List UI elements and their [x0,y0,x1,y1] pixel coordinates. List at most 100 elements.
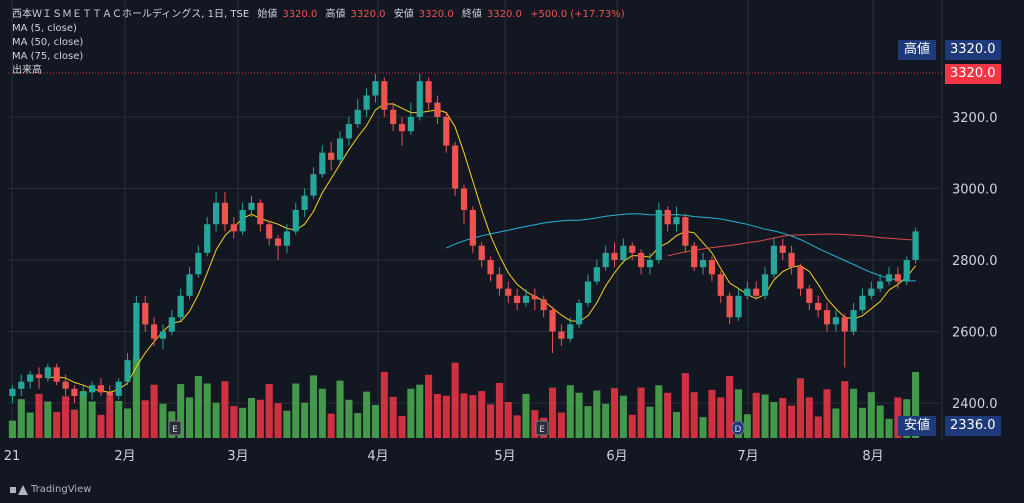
candle-body [443,116,450,146]
volume-bar [115,400,123,438]
candle-body [877,281,884,289]
volume-bar [522,393,530,438]
candle-body [584,281,592,303]
candle-body [89,385,96,393]
candle-body [682,217,689,246]
candle-body [460,188,468,210]
candle-body [691,245,698,268]
candle-body [505,288,512,296]
candle-body [699,260,707,268]
x-tick-label: 3月 [227,449,248,464]
candle-body [283,231,291,246]
candle-body [788,252,795,268]
candle-body [673,217,680,225]
volume-bar [557,412,565,438]
volume-bar [318,388,326,438]
volume-bar [637,387,645,438]
candle-body [35,374,43,379]
volume-bar [301,402,309,438]
volume-bar [354,413,362,438]
y-tick-label: 3200.0 [952,111,998,126]
volume-bar [814,416,822,438]
volume-bar [247,398,256,438]
volume-bar [97,414,105,438]
candle-body [44,367,51,379]
candle-body [328,152,335,160]
candle-body [71,388,78,396]
volume-bar [858,407,866,438]
candle-body [478,245,485,261]
legend-ma75[interactable]: MA (75, close) [12,50,630,64]
candle-body [744,288,751,296]
volume-bar [469,395,477,438]
candle-body [80,392,87,396]
x-tick-label: 21 [4,449,21,464]
candle-body [142,302,149,325]
volume-bar [425,374,433,438]
volume-bar [256,399,264,438]
low-tag-value: 2336.0 [945,416,1001,436]
candle-body [106,392,113,396]
candle-body [823,310,831,325]
volume-bar [495,382,503,438]
candle-body [363,95,370,110]
volume-bar [487,404,495,438]
volume-bar [106,396,114,438]
candle-body [868,288,875,296]
candle-body [487,260,494,275]
candle-body [336,138,344,160]
volume-bar [159,403,167,438]
candle-body [912,231,919,261]
candle-body [894,274,901,282]
volume-bar [230,406,238,438]
candle-body [425,81,432,103]
volume-bar [566,385,574,438]
candle-body [230,224,237,232]
volume-bar [363,391,371,438]
candle-body [885,274,893,282]
volume-bar [433,393,441,438]
volume-bar [584,406,592,438]
low-tag-label: 安値 [898,416,937,436]
candle-body [452,145,459,189]
candle-body [850,310,857,332]
candle-body [133,302,140,361]
volume-bar [575,392,583,438]
candle-body [195,252,202,275]
low-value: 3320.0 [418,9,454,20]
symbol-name: 西本ＷＩＳＭＥＴＴＡＣホールディングス, 1日, TSE [12,9,250,20]
candle-body [708,260,716,275]
volume-bar [796,378,805,438]
volume-bar [398,415,406,438]
volume-bar [805,397,813,438]
volume-bar [717,397,725,438]
candle-body [345,124,352,139]
candle-body [770,245,778,275]
candle-body [761,274,769,296]
event-marker-label: E [539,425,545,435]
volume-bar [221,381,229,438]
volume-bar [478,391,486,438]
chart-frame: 2400.0 2600.0 2800.0 3000.0 3200.0 21 2月 3月 4月 5月… [0,0,1024,503]
volume-bar [761,394,769,438]
volume-bar [690,392,698,438]
volume-bar [752,392,760,438]
volume-bar [292,383,300,438]
legend-ma50[interactable]: MA (50, close) [12,36,630,50]
volume-bar [327,413,335,438]
volume-bar [185,397,194,438]
x-tick-label: 7月 [737,449,758,464]
legend-volume[interactable]: 出来高 [12,64,630,78]
volume-bar [850,388,858,438]
volume-bar [239,407,247,438]
candle-body [531,295,538,300]
candle-body [27,374,34,382]
y-tick-label: 2800.0 [952,254,998,269]
tradingview-logo[interactable]: TradingView [10,484,91,495]
legend-ma5[interactable]: MA (5, close) [12,22,630,36]
volume-bar [203,383,211,438]
candle-body [611,252,618,261]
volume-bar [823,389,831,438]
volume-bar [407,388,415,438]
event-marker-label: D [735,425,742,435]
